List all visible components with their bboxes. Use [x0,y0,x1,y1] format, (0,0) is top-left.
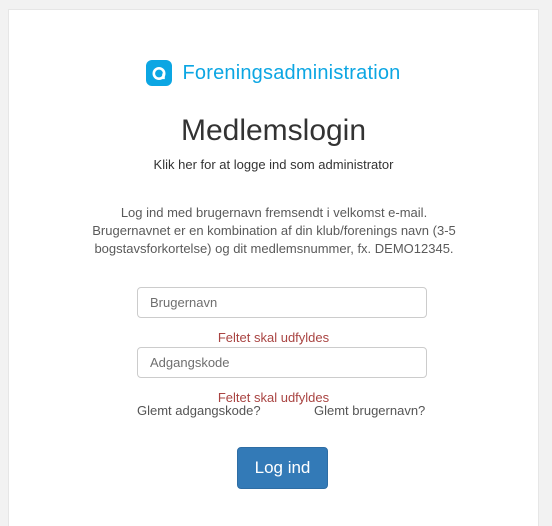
login-instructions: Log ind med brugernavn fremsendt i velko… [92,205,456,256]
forgot-username-link[interactable]: Glemt brugernavn? [314,403,425,418]
brand-name: Foreningsadministration [182,61,401,84]
login-button[interactable]: Log ind [237,447,328,489]
a-logo-icon [146,60,173,86]
admin-login-link[interactable]: Klik her for at logge ind som administra… [9,157,538,172]
username-error: Feltet skal udfyldes [217,330,330,345]
username-input[interactable] [137,287,427,318]
login-card: Foreningsadministration Medlemslogin Kli… [8,9,539,526]
forgot-password-link[interactable]: Glemt adgangskode? [137,403,261,418]
page-title: Medlemslogin [180,114,367,147]
password-input[interactable] [137,347,427,378]
brand-header: Foreningsadministration [9,60,538,86]
password-error: Feltet skal udfyldes [217,390,330,405]
